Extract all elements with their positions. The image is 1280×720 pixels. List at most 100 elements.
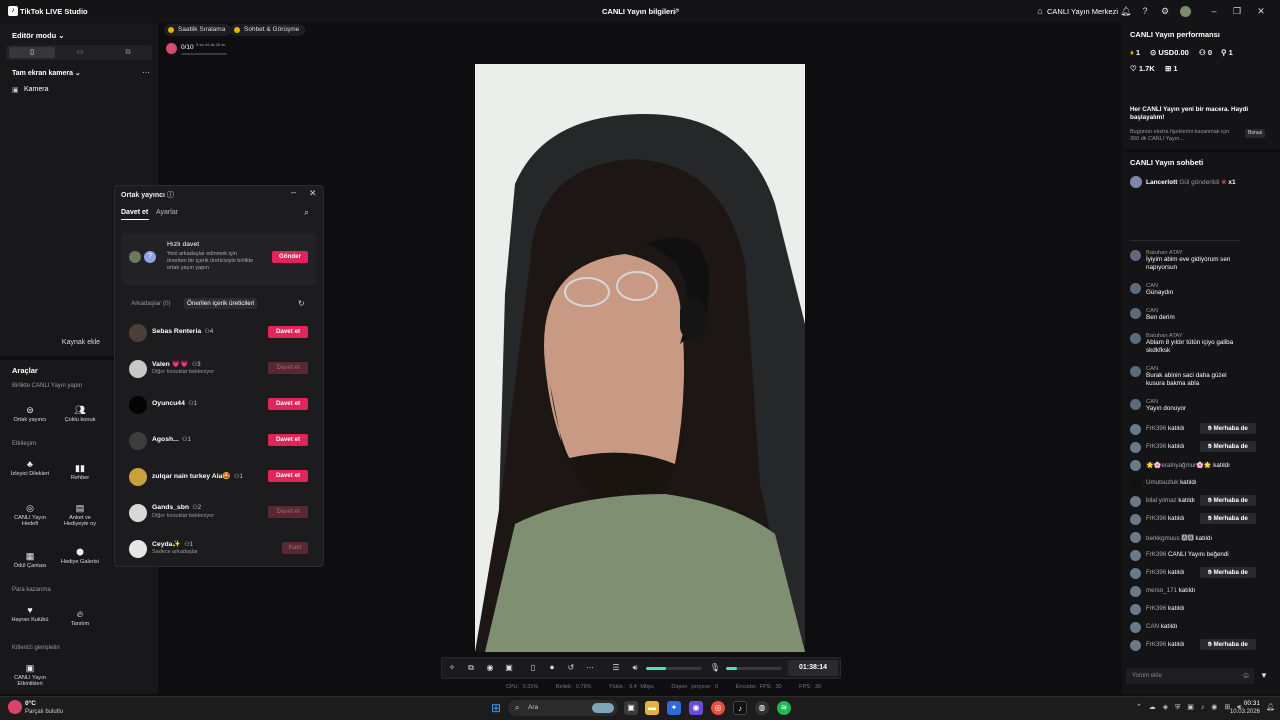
obs-icon[interactable]: ◍ <box>755 701 769 715</box>
chat-message: CAN Günaydın <box>1130 283 1276 297</box>
say-hello-button[interactable]: ✋︎ Merhaba de <box>1200 495 1256 506</box>
tab-settings[interactable]: Ayarlar <box>156 209 178 216</box>
help-icon[interactable]: ? <box>1140 6 1150 16</box>
tab-friends[interactable]: Arkadaşlar (0) <box>131 300 171 307</box>
multi-guest-tool-button[interactable]: 👥︎ Çoklu konuk <box>59 404 101 440</box>
invite-button[interactable]: Davet et <box>268 398 308 410</box>
layers-icon[interactable]: ⧉ <box>465 662 477 674</box>
poll-tool-button[interactable]: ▤ Anket ve Hediyeyle oy <box>59 502 101 538</box>
mic-slider[interactable] <box>726 667 782 670</box>
chevron-down-icon: ⌄ <box>74 70 81 77</box>
join-button[interactable]: Katıl <box>282 542 308 554</box>
live-center-button[interactable]: CANLI Yayın Merkezi <box>1047 7 1118 16</box>
avatar <box>1130 640 1141 651</box>
tiktok-app-icon[interactable]: ♪ <box>733 701 747 715</box>
live-info-button[interactable]: CANLI Yayın bilgileri <box>602 7 675 16</box>
more-icon[interactable]: ⋯ <box>584 662 596 674</box>
send-button[interactable]: Gönder <box>272 251 308 263</box>
perf-value: 0 <box>1207 48 1212 57</box>
live-goal-widget[interactable]: 0/10 3 sa 44 dk 26 sn <box>164 40 230 58</box>
chat-message: CAN Burak abinin saci daha güzel kusura … <box>1130 366 1276 388</box>
copilot-icon[interactable]: ✦ <box>667 701 681 715</box>
fan-club-tool-button[interactable]: ♥ Hayran Kulübü <box>9 604 51 640</box>
editor-mode-dropdown[interactable]: Editör modu ⌄ <box>12 31 65 40</box>
camera-source[interactable]: Kamera <box>24 86 49 93</box>
app-icon[interactable]: ◉ <box>689 701 703 715</box>
dual-tab[interactable]: ⧉ <box>105 47 151 58</box>
more-icon[interactable]: ⋯ <box>142 68 150 77</box>
chat-username: FrK396 <box>1146 425 1167 432</box>
clock-time[interactable]: 00:31 <box>1230 700 1260 707</box>
replay-icon[interactable]: ↺ <box>565 662 577 674</box>
filter-icon[interactable]: ◉ <box>484 662 496 674</box>
minimize-icon[interactable]: – <box>291 187 296 197</box>
invite-button[interactable]: Davet et <box>268 470 308 482</box>
say-hello-button[interactable]: ✋︎ Merhaba de <box>1200 639 1256 650</box>
filter-icon[interactable]: ▼ <box>1260 671 1268 680</box>
wishes-tool-button[interactable]: ♣ İzleyici Dilekleri <box>9 458 51 494</box>
scene-dropdown[interactable]: Tam ekran kamera ⌄ <box>12 69 81 77</box>
spotify-icon[interactable]: ≋ <box>777 701 791 715</box>
share-icon[interactable]: ⇗ <box>671 6 681 16</box>
avatar <box>1130 586 1141 597</box>
reward-bag-tool-button[interactable]: ▦ Ödül Çantası <box>9 550 51 586</box>
phone-icon[interactable]: ▯ <box>527 662 539 674</box>
info-icon[interactable]: ⓘ <box>167 192 174 199</box>
chat-event: bilal yılmaz katıldı ✋︎ Merhaba de <box>1130 495 1276 508</box>
windows-start-icon[interactable]: ⊞ <box>489 701 503 715</box>
bonus-badge[interactable]: Bonus <box>1245 129 1266 138</box>
tab-invite[interactable]: Davet et <box>121 209 148 216</box>
task-view-icon[interactable]: ▣ <box>624 701 638 715</box>
emoji-icon[interactable]: ☺ <box>1242 671 1250 680</box>
promote-tool-button[interactable]: 🔥︎ Tanıtım <box>59 608 101 644</box>
maximize-icon[interactable]: ❐ <box>1232 6 1242 16</box>
gift-gallery-tool-button[interactable]: ⬢ Hediye Galerisi <box>59 546 101 582</box>
chat-message: Batuhan ATAY Ablam 8 yıldır tütün içiyo … <box>1130 333 1276 355</box>
chat-meet-pill[interactable]: Sohbet & Görüşme <box>230 24 306 36</box>
chrome-icon[interactable]: ◎ <box>711 701 725 715</box>
speaker-icon[interactable]: 🔊︎ <box>629 662 641 674</box>
say-hello-button[interactable]: ✋︎ Merhaba de <box>1200 441 1256 452</box>
comment-input[interactable]: Yorum ekle <box>1126 668 1254 684</box>
invite-button[interactable]: Davet et <box>268 362 308 374</box>
cohost-tool-button[interactable]: ⊜ Ortak yayıncı <box>9 404 51 440</box>
microphone-icon[interactable]: 🎙︎ <box>709 662 721 674</box>
say-hello-button[interactable]: ✋︎ Merhaba de <box>1200 567 1256 578</box>
avatar[interactable] <box>1180 6 1191 17</box>
notification-icon[interactable]: 🔔︎ <box>1266 703 1275 711</box>
tab-suggested[interactable]: Önerilen içerik üreticileri <box>184 298 258 309</box>
invite-button[interactable]: Davet et <box>268 506 308 518</box>
events-tool-button[interactable]: ▣ CANLI Yayın Etkinlikleri <box>9 662 51 698</box>
weather-icon[interactable] <box>8 700 22 714</box>
screen-icon[interactable]: ▣ <box>503 662 515 674</box>
close-icon[interactable]: ✕ <box>1256 6 1266 16</box>
effects-icon[interactable]: ✧ <box>446 662 458 674</box>
portrait-tab[interactable]: ▯ <box>9 47 55 58</box>
refresh-icon[interactable]: ↻ <box>298 299 305 308</box>
close-icon[interactable]: ✕ <box>309 188 317 199</box>
goal-tool-button[interactable]: ◎ CANLI Yayın Hedefi <box>9 502 51 538</box>
chat-text: Ben derim <box>1146 314 1175 321</box>
landscape-tab[interactable]: ▭ <box>57 47 103 58</box>
volume-slider[interactable] <box>646 667 702 670</box>
pinned-mult: x1 <box>1228 179 1236 186</box>
clock-date[interactable]: 10.03.2026 <box>1222 709 1260 715</box>
taskbar-search[interactable]: ⌕ Ara <box>508 700 618 716</box>
search-icon[interactable]: ⌕ <box>304 207 309 218</box>
bell-icon[interactable]: 🔔︎ <box>1120 6 1131 16</box>
perf-shares: ⚲ 1 <box>1221 48 1233 57</box>
mixer-icon[interactable]: ☰ <box>610 662 622 674</box>
invite-button[interactable]: Davet et <box>268 326 308 338</box>
invite-button[interactable]: Davet et <box>268 434 308 446</box>
minimize-icon[interactable]: – <box>1209 6 1219 16</box>
file-explorer-icon[interactable]: ▬ <box>645 701 659 715</box>
record-icon[interactable]: ⏺ <box>546 662 558 674</box>
chat-event: FrK396 katıldı ✋︎ Merhaba de <box>1130 639 1276 652</box>
creator-name: zulqar nain turkey Ala🤩 ⚇1 <box>152 472 243 480</box>
say-hello-button[interactable]: ✋︎ Merhaba de <box>1200 423 1256 434</box>
say-hello-button[interactable]: ✋︎ Merhaba de <box>1200 513 1256 524</box>
gear-icon[interactable]: ⚙ <box>1160 6 1170 16</box>
windows-taskbar <box>0 696 1280 720</box>
guide-tool-button[interactable]: ▮▮ Rehber <box>59 462 101 498</box>
hourly-ranking-pill[interactable]: Saatlik Sıralama <box>164 24 232 36</box>
